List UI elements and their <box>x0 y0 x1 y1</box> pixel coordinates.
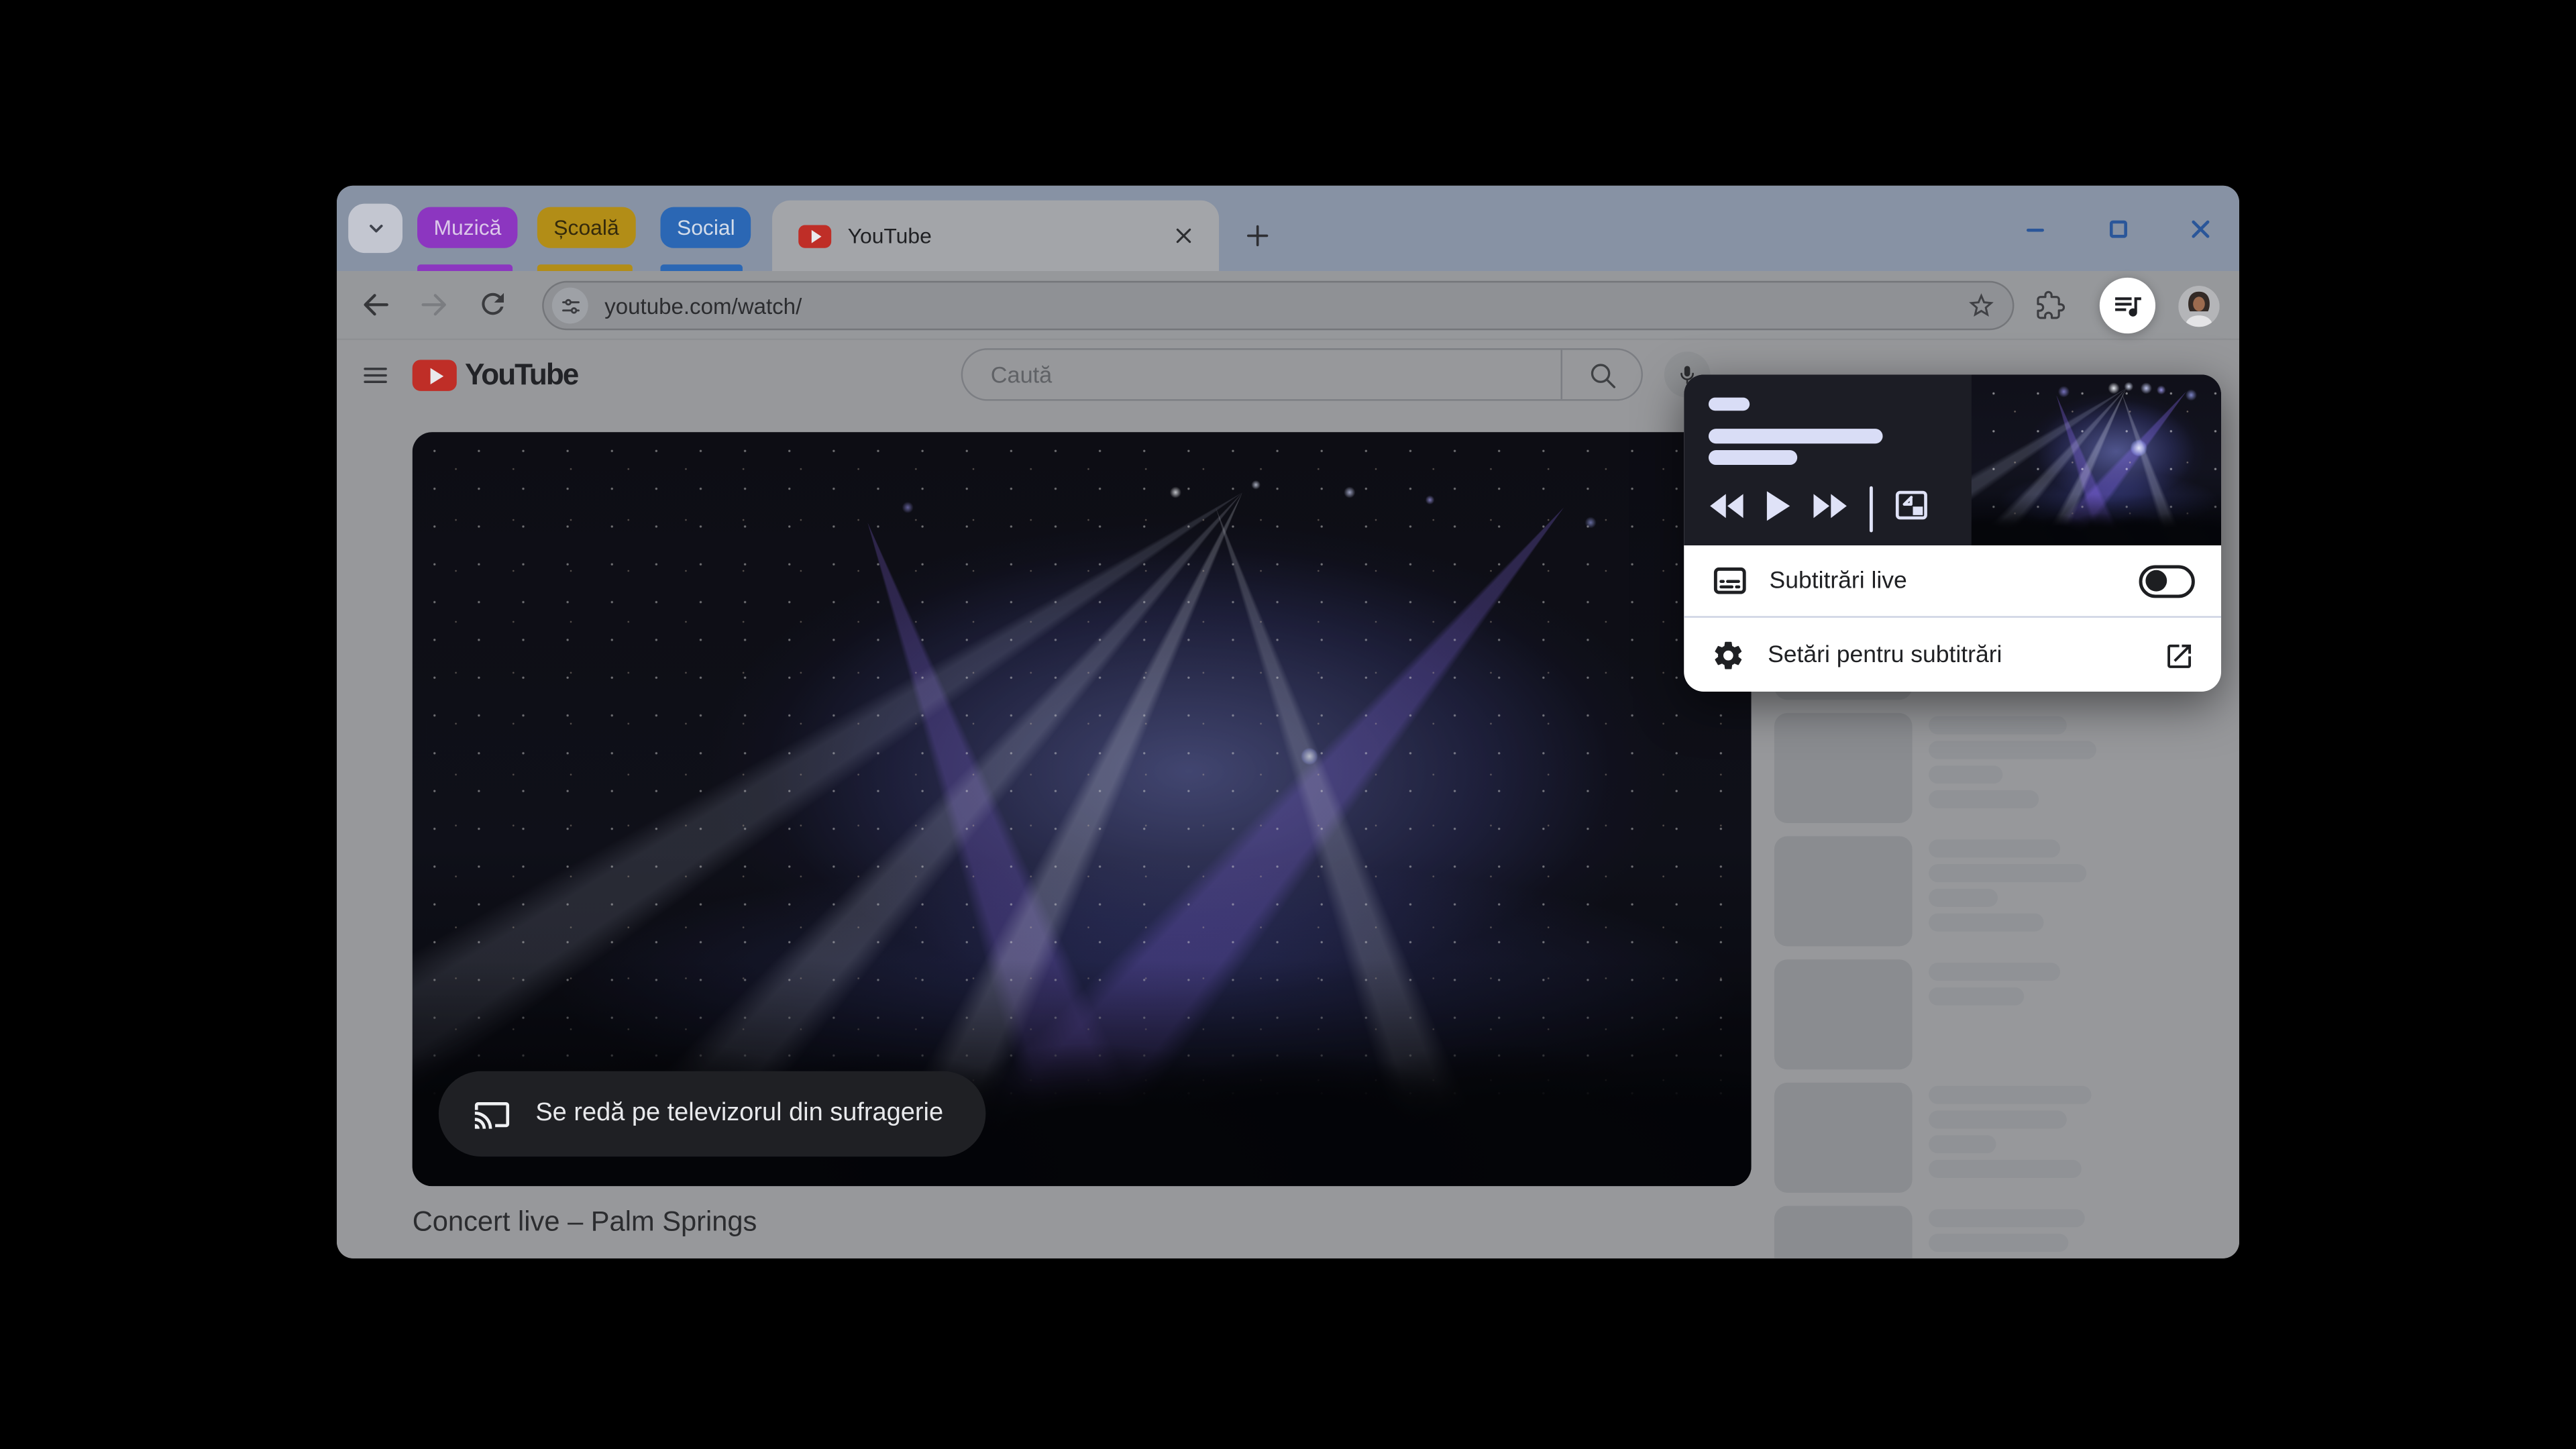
search-icon <box>1590 363 1615 388</box>
controls-divider <box>1869 486 1873 533</box>
forward-arrow-icon <box>421 294 446 316</box>
url-text[interactable]: youtube.com/watch/ <box>604 293 1966 318</box>
toggle-knob <box>2145 570 2167 591</box>
reload-button[interactable] <box>476 288 509 321</box>
subtitles-icon <box>1713 567 1746 595</box>
site-settings-button[interactable] <box>551 287 588 324</box>
thumbnail-placeholder <box>1774 836 1913 947</box>
suggested-video-skeleton[interactable] <box>1774 959 2221 1070</box>
browser-window: Muzică Școală Social YouTube youtube.com… <box>337 185 2239 1258</box>
live-captions-row[interactable]: Subtitrări live <box>1684 545 2222 618</box>
tab-group-chip-scoala[interactable]: Școală <box>537 207 636 248</box>
youtube-favicon-icon <box>798 224 832 248</box>
hamburger-icon <box>364 368 387 384</box>
close-icon <box>2192 219 2210 237</box>
thumbnail-placeholder <box>1774 1205 1913 1258</box>
media-thumbnail <box>1971 374 2222 546</box>
media-title-placeholder <box>1708 397 1750 411</box>
suggested-video-skeleton[interactable] <box>1774 1205 2221 1258</box>
maximize-icon <box>2109 219 2127 237</box>
suggested-video-skeleton[interactable] <box>1774 1082 2221 1193</box>
media-controls-toolbar-button[interactable] <box>2099 277 2156 334</box>
tab-group-underline-scoala <box>537 264 633 272</box>
maximize-button[interactable] <box>2106 216 2131 241</box>
cast-icon <box>474 1101 510 1128</box>
tab-group-underline-social <box>660 264 743 272</box>
tab-strip: Muzică Școală Social YouTube <box>337 185 2239 272</box>
omnibox[interactable]: youtube.com/watch/ <box>542 280 2015 331</box>
tab-title: YouTube <box>847 223 932 248</box>
search-input[interactable] <box>963 350 1561 400</box>
youtube-logo[interactable]: YouTube <box>412 358 579 392</box>
tab-group-chip-social[interactable]: Social <box>660 207 752 248</box>
media-session-card <box>1684 374 2222 546</box>
plus-icon <box>1246 225 1269 247</box>
search-button[interactable] <box>1560 350 1642 400</box>
youtube-search-bar[interactable] <box>961 348 1643 401</box>
tune-icon <box>561 298 579 313</box>
live-captions-label: Subtitrări live <box>1769 568 1907 594</box>
window-controls <box>2024 186 2213 271</box>
picture-in-picture-icon <box>1895 490 1927 520</box>
thumbnail-placeholder <box>1774 712 1913 823</box>
caption-settings-row[interactable]: Setări pentru subtitrări <box>1684 619 2221 692</box>
play-button[interactable] <box>1766 490 1791 528</box>
back-arrow-icon <box>364 294 388 316</box>
suggested-video-skeleton[interactable] <box>1774 836 2221 947</box>
star-icon <box>1969 293 1994 317</box>
thumbnail-placeholder <box>1774 1082 1913 1193</box>
close-tab-icon[interactable] <box>1171 223 1196 248</box>
play-icon <box>1766 490 1790 521</box>
rewind-button[interactable] <box>1709 492 1745 526</box>
media-playback-controls <box>1709 483 1929 535</box>
open-in-new-icon <box>2163 640 2195 672</box>
cast-status-text: Se redă pe televizorul din sufragerie <box>535 1099 944 1128</box>
queue-music-icon <box>2115 297 2141 317</box>
caption-settings-label: Setări pentru subtitrări <box>1768 642 2002 669</box>
tab-group-underline-muzica <box>417 264 513 272</box>
menu-button[interactable] <box>360 360 391 391</box>
media-text-placeholder <box>1708 450 1798 466</box>
back-button[interactable] <box>358 288 392 322</box>
tab-group-chip-muzica[interactable]: Muzică <box>417 207 518 248</box>
browser-toolbar: youtube.com/watch/ <box>337 271 2239 340</box>
live-captions-toggle[interactable] <box>2139 564 2195 598</box>
forward-button[interactable] <box>417 288 451 322</box>
youtube-wordmark: YouTube <box>465 358 579 391</box>
tab-search-button[interactable] <box>348 203 403 254</box>
media-text-placeholder <box>1708 429 1883 444</box>
screenshot-stage: Muzică Școală Social YouTube youtube.com… <box>0 0 2576 1449</box>
cast-status-chip: Se redă pe televizorul din sufragerie <box>438 1071 986 1157</box>
extensions-button[interactable] <box>2035 290 2065 320</box>
tab-youtube[interactable]: YouTube <box>772 200 1220 272</box>
thumbnail-placeholder <box>1774 959 1913 1070</box>
close-window-button[interactable] <box>2188 216 2213 241</box>
rewind-icon <box>1710 493 1743 518</box>
fast-forward-button[interactable] <box>1812 492 1848 526</box>
chevron-down-icon <box>368 224 382 233</box>
profile-avatar[interactable] <box>2178 286 2220 327</box>
suggested-video-skeleton[interactable] <box>1774 712 2221 823</box>
extensions-puzzle-icon <box>2037 290 2065 319</box>
minimize-button[interactable] <box>2024 216 2049 241</box>
video-title: Concert live – Palm Springs <box>412 1205 757 1238</box>
minimize-icon <box>2026 227 2044 231</box>
picture-in-picture-button[interactable] <box>1894 490 1929 529</box>
bookmark-button[interactable] <box>1966 290 1996 320</box>
media-controls-popup: Subtitrări live Setări pentru subtitrări <box>1684 374 2222 692</box>
youtube-logo-icon <box>412 360 457 391</box>
reload-icon <box>482 292 504 315</box>
fast-forward-icon <box>1813 493 1847 518</box>
settings-gear-icon <box>1712 639 1745 672</box>
avatar-photo <box>2178 286 2220 327</box>
new-tab-button[interactable] <box>1244 222 1272 250</box>
